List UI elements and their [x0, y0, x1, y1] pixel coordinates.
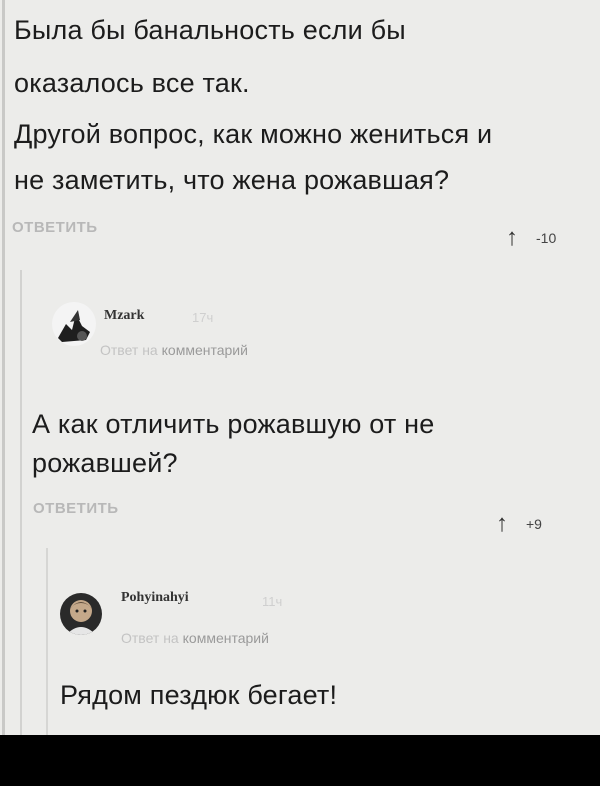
comment-body-line: А как отличить рожавшую от не [32, 409, 435, 439]
reply-to: Ответ на комментарий [121, 630, 269, 646]
reply-to-link[interactable]: комментарий [183, 630, 269, 646]
comment-body-line: Была бы банальность если бы [14, 15, 406, 45]
avatar[interactable] [60, 593, 102, 635]
timestamp: 11ч [262, 594, 283, 609]
timestamp: 17ч [192, 310, 214, 325]
thread-line [20, 270, 22, 735]
reply-button[interactable]: ОТВЕТИТЬ [33, 500, 119, 517]
rating-value: -10 [536, 230, 557, 246]
comment-body-line: не заметить, что жена рожавшая? [14, 165, 450, 195]
rating: ↑ +9 [496, 512, 542, 536]
reply-to-prefix: Ответ на [121, 630, 179, 646]
comment-body-line: оказалось все так. [14, 68, 250, 98]
comment-body-line: Рядом пездюк бегает! [60, 680, 338, 710]
reply-to: Ответ на комментарий [100, 342, 248, 358]
reply-button[interactable]: ОТВЕТИТЬ [12, 219, 98, 236]
reply-to-link[interactable]: комментарий [162, 342, 248, 358]
username[interactable]: Mzark [104, 308, 144, 324]
comment-body-line: рожавшей? [32, 448, 178, 478]
thread-line [2, 0, 5, 735]
rating-value: +9 [526, 516, 542, 532]
arrow-up-icon[interactable]: ↑ [496, 512, 508, 536]
username[interactable]: Pohyinahyi [121, 590, 189, 606]
comment-thread: Была бы банальность если бы оказалось вс… [0, 0, 600, 735]
comment-body-line: Другой вопрос, как можно жениться и [14, 119, 493, 149]
arrow-up-icon[interactable]: ↑ [506, 226, 518, 250]
thread-line [46, 548, 48, 735]
avatar[interactable] [52, 302, 96, 346]
reply-to-prefix: Ответ на [100, 342, 158, 358]
rating: ↑ -10 [506, 226, 556, 250]
